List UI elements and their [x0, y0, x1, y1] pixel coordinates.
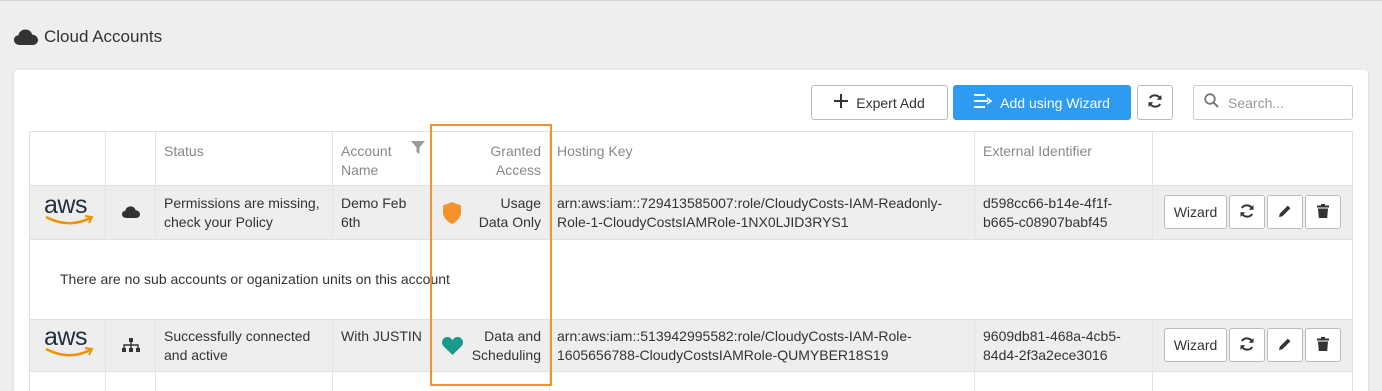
cloud-icon: [14, 29, 38, 45]
plus-icon: [834, 94, 849, 111]
access-line1: Usage: [500, 195, 541, 211]
delete-button[interactable]: [1305, 328, 1341, 362]
refresh-row-button[interactable]: [1229, 328, 1265, 362]
search-box[interactable]: [1193, 85, 1353, 120]
cloud-icon: [122, 205, 140, 223]
refresh-icon: [1239, 203, 1255, 222]
expert-add-label: Expert Add: [856, 94, 925, 111]
list-arrow-icon: [974, 94, 993, 111]
column-divider: [332, 132, 333, 240]
aws-logo: aws: [44, 193, 94, 227]
column-divider: [549, 132, 550, 240]
column-divider: [332, 320, 333, 391]
column-divider: [155, 320, 156, 391]
edit-button[interactable]: [1267, 195, 1303, 229]
table-row: aws Successfully connected and active Wi…: [30, 320, 1352, 372]
status-text-line1: Permissions are missing,: [164, 195, 320, 211]
column-divider: [105, 132, 106, 240]
search-icon: [1204, 92, 1219, 113]
access-line1: Data and: [484, 328, 541, 344]
external-id-line2: 84d4-2f3a2ece3016: [983, 347, 1108, 363]
sub-accounts-row: There are no sub accounts or oganization…: [30, 240, 1352, 320]
external-id-line2: b665-c08907babf45: [983, 214, 1108, 230]
sub-accounts-message: There are no sub accounts or oganization…: [60, 271, 450, 287]
refresh-icon: [1239, 336, 1255, 355]
filter-icon[interactable]: [411, 141, 425, 160]
delete-button[interactable]: [1305, 195, 1341, 229]
page-header: Cloud Accounts: [14, 27, 162, 47]
account-name-line1: With JUSTIN: [341, 328, 422, 344]
status-text-line2: check your Policy: [164, 214, 273, 230]
expert-add-button[interactable]: Expert Add: [811, 85, 948, 120]
add-using-wizard-button[interactable]: Add using Wizard: [953, 85, 1131, 120]
status-text-line2: and active: [164, 347, 228, 363]
org-tree-icon: [122, 338, 140, 357]
pencil-icon: [1278, 204, 1292, 221]
table-row: [30, 372, 1352, 391]
wizard-button[interactable]: Wizard: [1164, 328, 1227, 362]
header-hosting-key[interactable]: Hosting Key: [557, 142, 632, 161]
access-line2: Data Only: [478, 214, 541, 230]
hosting-key-line1: arn:aws:iam::729413585007:role/CloudyCos…: [557, 195, 943, 211]
aws-logo: aws: [44, 325, 94, 359]
header-status[interactable]: Status: [164, 142, 204, 161]
refresh-row-button[interactable]: [1229, 195, 1265, 229]
edit-button[interactable]: [1267, 328, 1303, 362]
table-header: Status Account Name Granted Access Hosti…: [30, 132, 1352, 186]
header-granted-access-line1[interactable]: Granted: [433, 142, 541, 161]
status-text-line1: Successfully connected: [164, 328, 311, 344]
external-id-line1: d598cc66-b14e-4f1f-: [983, 195, 1113, 211]
table-row: aws Permissions are missing, check your …: [30, 186, 1352, 240]
accounts-table: Status Account Name Granted Access Hosti…: [29, 131, 1353, 391]
header-account-name-line2[interactable]: Name: [341, 161, 378, 180]
column-divider: [105, 320, 106, 391]
wizard-button[interactable]: Wizard: [1164, 195, 1227, 229]
column-divider: [549, 320, 550, 391]
refresh-icon: [1147, 93, 1163, 112]
access-line2: Scheduling: [471, 347, 541, 363]
hosting-key-line2: Role-1-CloudyCostsIAMRole-1NX0LJID3RYS1: [557, 214, 849, 230]
external-id-line1: 9609db81-468a-4cb5-: [983, 328, 1121, 344]
column-divider: [974, 132, 975, 240]
page-title: Cloud Accounts: [44, 27, 163, 46]
header-account-name-line1[interactable]: Account: [341, 142, 392, 161]
trash-icon: [1317, 336, 1329, 354]
hosting-key-line1: arn:aws:iam::513942995582:role/CloudyCos…: [557, 328, 912, 344]
column-divider: [1152, 132, 1153, 240]
account-name-line2: 6th: [341, 214, 361, 230]
hosting-key-line2: 1605656788-CloudyCostsIAMRole-QUMYBER18S…: [557, 347, 889, 363]
search-input[interactable]: [1228, 94, 1348, 111]
column-divider: [155, 132, 156, 240]
column-divider: [1152, 320, 1153, 391]
wizard-add-label: Add using Wizard: [1000, 94, 1110, 111]
header-granted-access-line2[interactable]: Access: [433, 161, 541, 180]
pencil-icon: [1278, 337, 1292, 354]
trash-icon: [1317, 203, 1329, 221]
account-name-line1: Demo Feb: [341, 195, 407, 211]
column-divider: [974, 320, 975, 391]
header-external-identifier[interactable]: External Identifier: [983, 142, 1092, 161]
refresh-button[interactable]: [1137, 85, 1173, 120]
